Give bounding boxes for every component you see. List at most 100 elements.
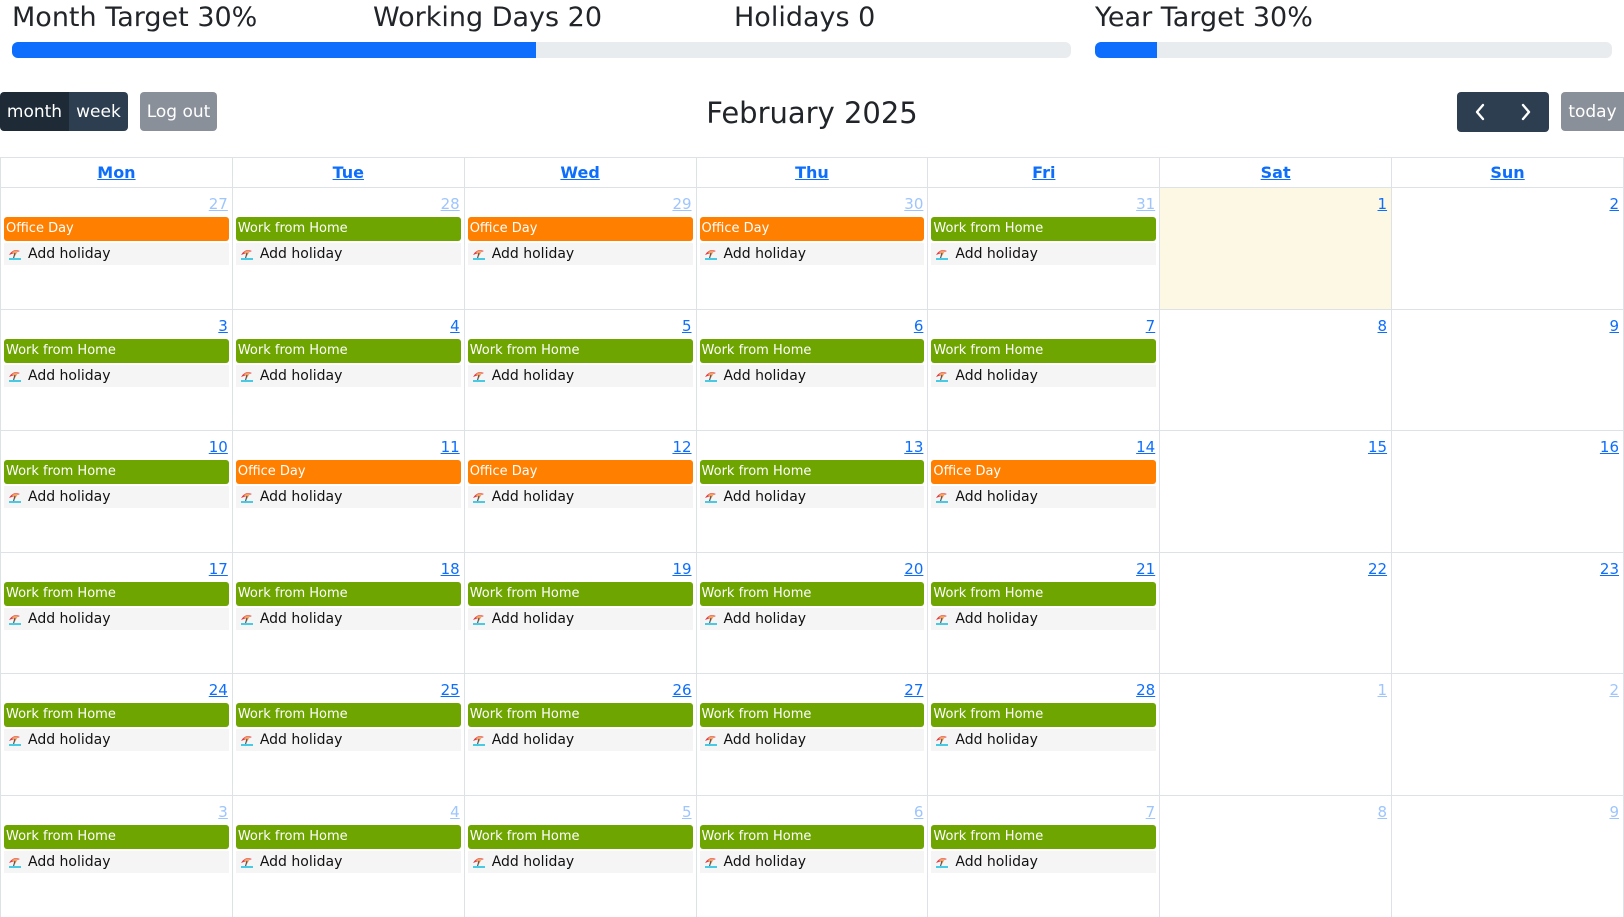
calendar-day-cell[interactable]: 2 [1391,187,1624,310]
add-holiday-item[interactable]: Add holiday [931,486,1157,509]
calendar-day-cell[interactable]: 3 Work from Home Add holiday [0,794,233,917]
add-holiday-item[interactable]: Add holiday [699,850,925,873]
add-holiday-item[interactable]: Add holiday [699,729,925,752]
add-holiday-item[interactable]: Add holiday [4,364,229,387]
work-from-home-event[interactable]: Work from Home [4,703,229,728]
add-holiday-item[interactable]: Add holiday [467,243,693,265]
day-number-link[interactable]: 12 [672,438,691,456]
day-number-link[interactable]: 10 [209,438,228,456]
day-number-link[interactable]: 14 [1136,438,1155,456]
day-number-link[interactable]: 9 [1609,803,1619,821]
calendar-day-cell[interactable]: 7 Work from Home Add holiday [927,308,1161,432]
add-holiday-item[interactable]: Add holiday [931,729,1157,752]
office-day-event[interactable]: Office Day [467,217,693,241]
day-number-link[interactable]: 22 [1368,560,1387,578]
day-number-link[interactable]: 20 [904,560,923,578]
add-holiday-item[interactable]: Add holiday [235,729,461,752]
calendar-day-cell[interactable]: 9 [1391,794,1624,917]
work-from-home-event[interactable]: Work from Home [235,824,461,849]
calendar-day-cell[interactable]: 15 [1159,430,1393,553]
add-holiday-item[interactable]: Add holiday [699,607,925,630]
add-holiday-item[interactable]: Add holiday [931,243,1157,265]
day-number-link[interactable]: 1 [1378,195,1388,213]
add-holiday-item[interactable]: Add holiday [235,364,461,387]
calendar-day-cell[interactable]: 10 Work from Home Add holiday [0,430,233,553]
day-number-link[interactable]: 9 [1609,317,1619,335]
day-number-link[interactable]: 11 [441,438,460,456]
calendar-day-cell[interactable]: 16 [1391,430,1624,553]
calendar-day-cell[interactable]: 20 Work from Home Add holiday [695,551,929,675]
add-holiday-item[interactable]: Add holiday [699,486,925,509]
calendar-day-cell[interactable]: 12 Office Day Add holiday [463,430,697,553]
office-day-event[interactable]: Office Day [467,460,693,485]
calendar-day-cell[interactable]: 1 [1159,673,1393,796]
add-holiday-item[interactable]: Add holiday [699,364,925,387]
calendar-day-cell[interactable]: 5 Work from Home Add holiday [463,308,697,432]
calendar-day-cell[interactable]: 4 Work from Home Add holiday [231,794,465,917]
work-from-home-event[interactable]: Work from Home [931,338,1157,363]
day-number-link[interactable]: 24 [209,681,228,699]
add-holiday-item[interactable]: Add holiday [467,850,693,873]
calendar-day-cell[interactable]: 4 Work from Home Add holiday [231,308,465,432]
office-day-event[interactable]: Office Day [235,460,461,485]
calendar-day-cell[interactable]: 24 Work from Home Add holiday [0,673,233,796]
add-holiday-item[interactable]: Add holiday [931,850,1157,873]
work-from-home-event[interactable]: Work from Home [699,460,925,485]
day-number-link[interactable]: 7 [1146,803,1156,821]
day-number-link[interactable]: 18 [441,560,460,578]
day-number-link[interactable]: 23 [1600,560,1619,578]
add-holiday-item[interactable]: Add holiday [235,850,461,873]
day-number-link[interactable]: 1 [1378,681,1388,699]
calendar-day-cell[interactable]: 31 Work from Home Add holiday [927,187,1161,310]
day-number-link[interactable]: 2 [1609,195,1619,213]
work-from-home-event[interactable]: Work from Home [699,581,925,606]
calendar-day-cell[interactable]: 14 Office Day Add holiday [927,430,1161,553]
work-from-home-event[interactable]: Work from Home [931,703,1157,728]
day-number-link[interactable]: 16 [1600,438,1619,456]
calendar-day-cell[interactable]: 23 [1391,551,1624,675]
office-day-event[interactable]: Office Day [699,217,925,241]
work-from-home-event[interactable]: Work from Home [699,824,925,849]
next-month-button[interactable] [1503,92,1549,132]
add-holiday-item[interactable]: Add holiday [235,607,461,630]
calendar-day-cell[interactable]: 7 Work from Home Add holiday [927,794,1161,917]
calendar-day-cell[interactable]: 21 Work from Home Add holiday [927,551,1161,675]
calendar-day-cell[interactable]: 11 Office Day Add holiday [231,430,465,553]
calendar-day-cell[interactable]: 17 Work from Home Add holiday [0,551,233,675]
day-number-link[interactable]: 8 [1378,803,1388,821]
work-from-home-event[interactable]: Work from Home [931,217,1157,241]
add-holiday-item[interactable]: Add holiday [4,243,229,265]
calendar-day-cell[interactable]: 25 Work from Home Add holiday [231,673,465,796]
office-day-event[interactable]: Office Day [931,460,1157,485]
work-from-home-event[interactable]: Work from Home [235,217,461,241]
calendar-day-cell[interactable]: 6 Work from Home Add holiday [695,308,929,432]
add-holiday-item[interactable]: Add holiday [467,486,693,509]
add-holiday-item[interactable]: Add holiday [931,364,1157,387]
calendar-day-cell[interactable]: 27 Work from Home Add holiday [695,673,929,796]
work-from-home-event[interactable]: Work from Home [931,824,1157,849]
add-holiday-item[interactable]: Add holiday [4,607,229,630]
calendar-day-cell[interactable]: 26 Work from Home Add holiday [463,673,697,796]
today-button[interactable]: today [1561,92,1624,131]
day-number-link[interactable]: 17 [209,560,228,578]
calendar-day-cell[interactable]: 30 Office Day Add holiday [695,187,929,310]
add-holiday-item[interactable]: Add holiday [467,607,693,630]
day-number-link[interactable]: 3 [218,317,228,335]
day-number-link[interactable]: 31 [1136,195,1155,213]
work-from-home-event[interactable]: Work from Home [467,824,693,849]
add-holiday-item[interactable]: Add holiday [4,486,229,509]
day-number-link[interactable]: 27 [904,681,923,699]
add-holiday-item[interactable]: Add holiday [4,729,229,752]
work-from-home-event[interactable]: Work from Home [467,581,693,606]
calendar-day-cell[interactable]: 8 [1159,308,1393,432]
work-from-home-event[interactable]: Work from Home [699,338,925,363]
prev-month-button[interactable] [1457,92,1503,132]
calendar-day-cell[interactable]: 1 [1159,187,1393,310]
add-holiday-item[interactable]: Add holiday [235,486,461,509]
weekday-link[interactable]: Fri [1032,163,1055,182]
office-day-event[interactable]: Office Day [4,217,229,241]
calendar-day-cell[interactable]: 5 Work from Home Add holiday [463,794,697,917]
add-holiday-item[interactable]: Add holiday [235,243,461,265]
work-from-home-event[interactable]: Work from Home [235,338,461,363]
day-number-link[interactable]: 28 [1136,681,1155,699]
